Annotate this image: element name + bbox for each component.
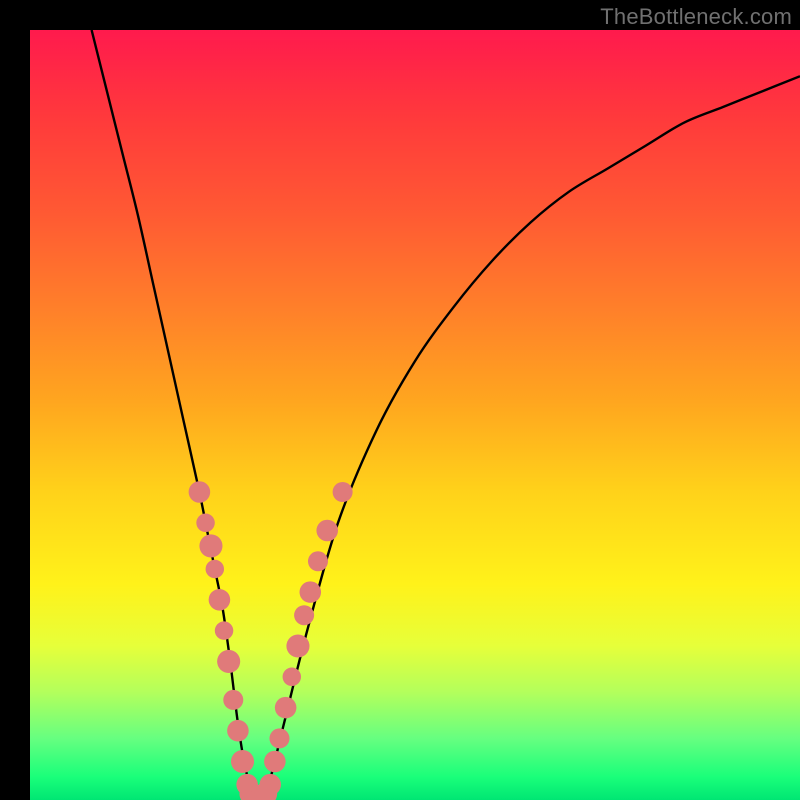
chart-frame: TheBottleneck.com — [0, 0, 800, 800]
marker-dot — [189, 481, 211, 503]
marker-dot — [294, 605, 314, 625]
marker-dot — [286, 634, 309, 657]
curve-svg — [30, 30, 800, 800]
marker-dot — [269, 728, 289, 748]
bottleneck-curve-right — [261, 76, 800, 800]
plot-area — [30, 30, 800, 800]
marker-dot — [206, 560, 224, 578]
marker-dot — [217, 650, 240, 673]
bottleneck-curve-left — [92, 30, 261, 800]
marker-dot — [209, 589, 231, 611]
marker-dot — [199, 534, 222, 557]
markers-group — [189, 481, 353, 800]
marker-dot — [264, 751, 286, 773]
marker-dot — [300, 581, 322, 603]
marker-dot — [227, 720, 249, 742]
marker-dot — [316, 520, 338, 542]
watermark-text: TheBottleneck.com — [600, 4, 792, 30]
marker-dot — [259, 774, 281, 796]
marker-dot — [333, 482, 353, 502]
marker-dot — [223, 690, 243, 710]
marker-dot — [275, 697, 297, 719]
marker-dot — [231, 750, 254, 773]
marker-dot — [308, 551, 328, 571]
marker-dot — [215, 621, 233, 639]
marker-dot — [283, 668, 301, 686]
marker-dot — [196, 514, 214, 532]
